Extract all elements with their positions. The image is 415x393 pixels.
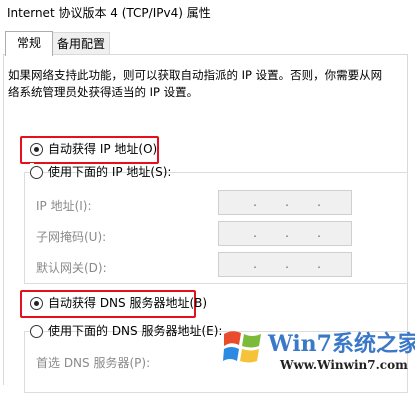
radio-auto-dns-indicator[interactable] xyxy=(30,297,43,310)
ip-dot: . xyxy=(285,226,289,240)
subnet-mask-input[interactable]: ... xyxy=(218,221,352,246)
windows-logo-icon xyxy=(223,331,261,363)
window-title: Internet 协议版本 4 (TCP/IPv4) 属性 xyxy=(7,6,211,20)
ip-dot: . xyxy=(317,257,321,271)
ip-dot: . xyxy=(285,195,289,209)
title-bar: Internet 协议版本 4 (TCP/IPv4) 属性 xyxy=(0,0,415,24)
ip-dot: . xyxy=(285,257,289,271)
radio-manual-dns-indicator[interactable] xyxy=(30,325,43,338)
ip-dot: . xyxy=(253,257,257,271)
radio-manual-dns-label: 使用下面的 DNS 服务器地址(E): xyxy=(48,324,223,338)
ip-address-label: IP 地址(I): xyxy=(36,199,92,213)
ip-dot: . xyxy=(253,226,257,240)
radio-manual-ip-indicator[interactable] xyxy=(30,166,43,179)
ip-dot: . xyxy=(317,226,321,240)
radio-auto-ip-indicator[interactable] xyxy=(30,143,43,156)
radio-auto-ip-label: 自动获得 IP 地址(O) xyxy=(48,142,158,156)
radio-auto-dns-label: 自动获得 DNS 服务器地址(B) xyxy=(48,296,208,310)
radio-manual-ip[interactable]: 使用下面的 IP 地址(S): xyxy=(30,163,171,181)
subnet-mask-label: 子网掩码(U): xyxy=(36,230,107,244)
default-gateway-input[interactable]: ... xyxy=(218,252,352,277)
tab-general[interactable]: 常规 xyxy=(5,31,53,56)
tab-alternate-config[interactable]: 备用配置 xyxy=(52,32,110,55)
watermark: Win7系统之家 Www.Winwin7.com xyxy=(222,320,415,380)
preferred-dns-label: 首选 DNS 服务器(P): xyxy=(36,356,151,370)
radio-manual-ip-label: 使用下面的 IP 地址(S): xyxy=(48,165,172,179)
description-text: 如果网络支持此功能，则可以获取自动指派的 IP 设置。否则，你需要从网络系统管理… xyxy=(8,68,383,99)
ip-dot: . xyxy=(253,195,257,209)
ip-dot: . xyxy=(317,195,321,209)
ip-address-input[interactable]: ... xyxy=(218,190,352,215)
watermark-url: Www.Winwin7.com xyxy=(280,358,408,372)
default-gateway-label: 默认网关(D): xyxy=(36,261,107,275)
watermark-brand: Win7系统之家 xyxy=(268,331,415,357)
radio-manual-dns[interactable]: 使用下面的 DNS 服务器地址(E): xyxy=(30,322,222,340)
